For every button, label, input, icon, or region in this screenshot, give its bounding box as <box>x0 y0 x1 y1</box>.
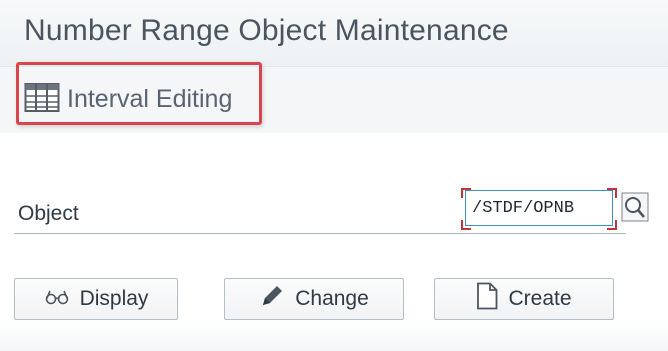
focus-corner <box>461 220 471 230</box>
object-label: Object <box>18 202 79 225</box>
object-input-wrap <box>461 188 617 230</box>
create-button[interactable]: Create <box>434 278 614 320</box>
display-button[interactable]: Display <box>14 278 178 320</box>
bottom-fade <box>0 324 668 351</box>
interval-editing-label: Interval Editing <box>67 85 233 113</box>
glasses-icon <box>44 287 70 311</box>
change-label: Change <box>295 287 369 310</box>
create-label: Create <box>508 287 572 310</box>
focus-corner <box>607 220 617 230</box>
interval-editing-button[interactable]: Interval Editing <box>24 80 232 119</box>
change-button[interactable]: Change <box>224 278 404 320</box>
focus-corner <box>461 188 471 198</box>
search-icon <box>621 192 649 227</box>
document-icon <box>476 282 498 316</box>
pencil-icon <box>259 283 285 315</box>
value-help-button[interactable] <box>620 192 650 226</box>
object-input[interactable] <box>465 190 613 226</box>
display-label: Display <box>79 287 149 310</box>
application-toolbar: Interval Editing <box>0 66 668 134</box>
page-title: Number Range Object Maintenance <box>24 14 509 47</box>
focus-corner <box>607 188 617 198</box>
object-field-row: Object <box>14 188 649 234</box>
title-bar: Number Range Object Maintenance <box>0 0 668 66</box>
interval-table-icon <box>24 80 60 119</box>
